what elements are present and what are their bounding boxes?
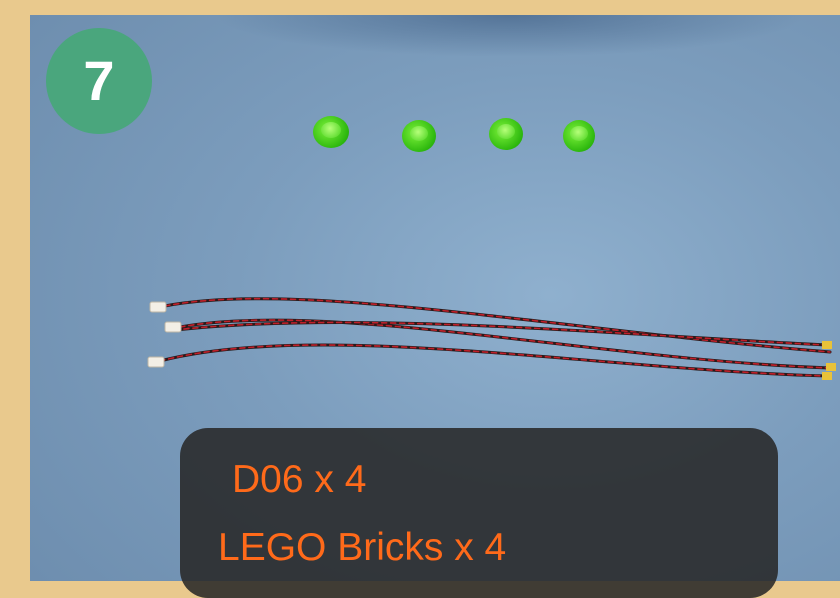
parts-caption: D06 x 4 LEGO Bricks x 4: [180, 428, 778, 598]
caption-line-bricks: LEGO Bricks x 4: [218, 526, 507, 569]
caption-line-led: D06 x 4: [232, 458, 367, 501]
